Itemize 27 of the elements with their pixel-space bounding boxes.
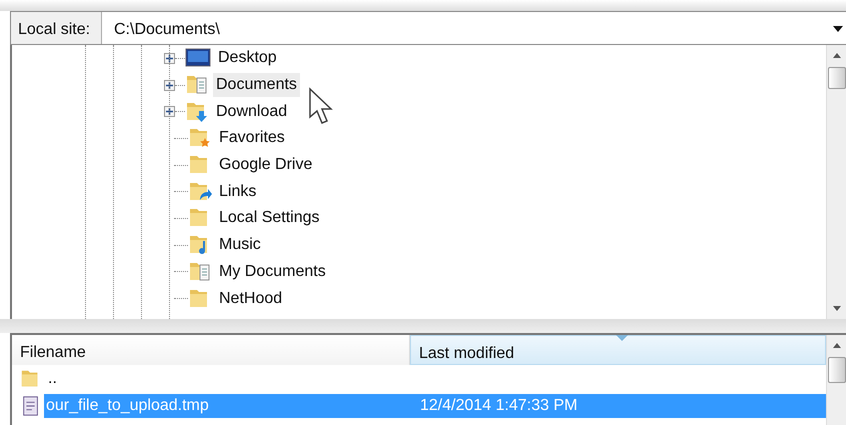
tree-item[interactable]: NetHood	[216, 286, 286, 311]
mouse-pointer-icon	[308, 87, 334, 127]
tree-item[interactable]: Links	[216, 180, 260, 204]
expand-icon[interactable]	[164, 80, 175, 91]
scroll-thumb[interactable]	[828, 67, 846, 89]
expand-icon[interactable]	[164, 106, 175, 118]
scrollbar[interactable]	[826, 335, 846, 425]
scrollbar[interactable]	[826, 45, 846, 319]
tree-item[interactable]: Google Drive	[216, 153, 316, 178]
tree-item[interactable]: Desktop	[215, 46, 280, 70]
tree-item[interactable]: My Documents	[216, 260, 329, 284]
tree-item[interactable]: Local Settings	[216, 206, 323, 230]
tree-item[interactable]: Music	[216, 233, 264, 258]
scroll-thumb[interactable]	[828, 357, 846, 383]
expand-icon[interactable]	[164, 52, 175, 64]
scroll-down-icon[interactable]	[832, 305, 842, 313]
scroll-up-icon[interactable]	[832, 51, 842, 59]
column-header[interactable]: Last modified	[410, 335, 826, 365]
scroll-up-icon[interactable]	[832, 341, 842, 349]
tree-item[interactable]: Favorites	[216, 126, 288, 150]
modified-date: 12/4/2014 1:47:33 PM	[416, 394, 826, 418]
tree-item[interactable]: Download	[213, 100, 290, 124]
tree-item[interactable]: Documents	[213, 73, 300, 98]
file-name[interactable]: ..	[46, 366, 57, 390]
column-header[interactable]: Filename	[12, 335, 410, 365]
sort-icon	[616, 335, 628, 341]
monitor-icon	[185, 47, 211, 70]
